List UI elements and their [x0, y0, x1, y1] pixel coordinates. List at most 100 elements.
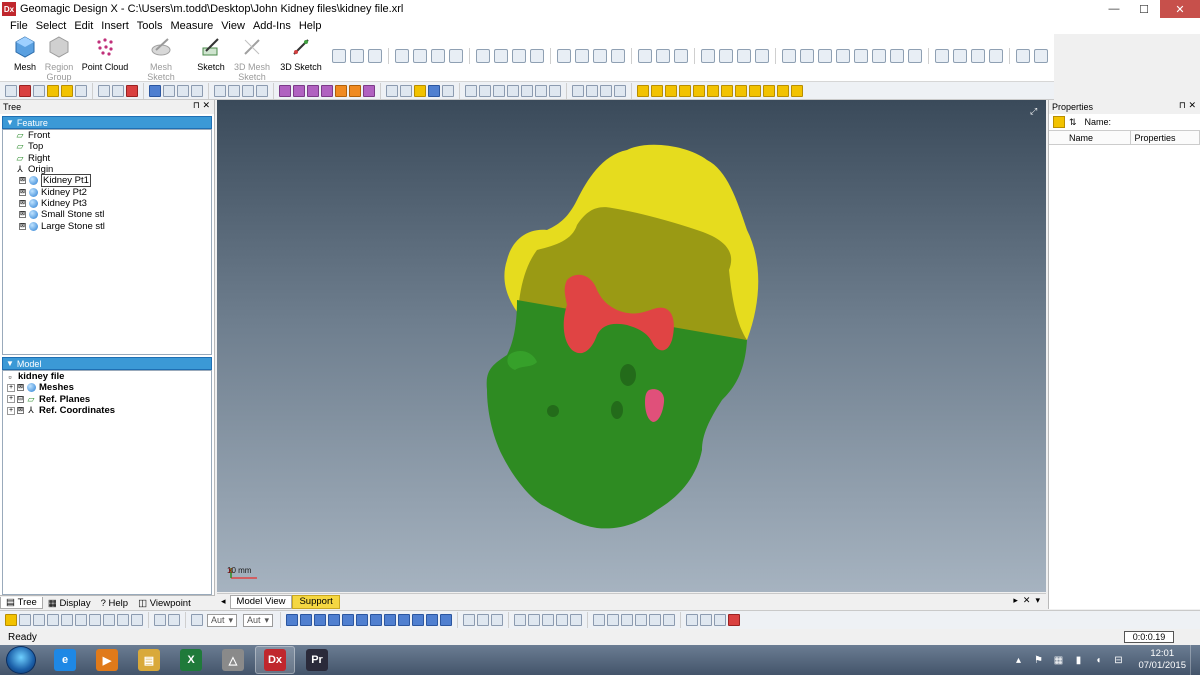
view-front-icon[interactable] — [386, 84, 398, 97]
analysis-6-icon[interactable] — [663, 614, 675, 626]
tab-scroll-left-icon[interactable]: ◂ — [217, 596, 230, 607]
visibility-checkbox[interactable]: ⊟ — [17, 395, 24, 403]
tool-d-icon[interactable] — [728, 614, 740, 626]
taskbar-app-media[interactable]: ▶ — [87, 646, 127, 674]
tree-item-origin[interactable]: ⅄ Origin — [3, 164, 211, 175]
model-viewport[interactable]: ⤢ X 10 mm — [217, 100, 1046, 592]
offset-face-tool-icon[interactable] — [890, 49, 904, 63]
surface-tool-icon[interactable] — [476, 49, 490, 63]
deselect-icon[interactable] — [131, 614, 143, 626]
tree-item-small-stone[interactable]: ⊠ Small Stone stl — [3, 209, 211, 220]
display-body-icon[interactable] — [314, 614, 326, 626]
lasso-icon[interactable] — [163, 84, 175, 97]
zoom-window-icon[interactable] — [242, 84, 254, 97]
mirror-tool-icon[interactable] — [656, 49, 670, 63]
menu-view[interactable]: View — [217, 20, 249, 32]
display-3d-sketch-icon[interactable] — [426, 614, 438, 626]
shell-tool-icon[interactable] — [611, 49, 625, 63]
undo-icon[interactable] — [98, 84, 110, 97]
shaded-edges-icon[interactable] — [493, 84, 505, 97]
points-display-icon[interactable] — [521, 84, 533, 97]
tab-list-icon[interactable]: ▾ — [1033, 595, 1040, 605]
pin-icon[interactable]: ⊓ — [1179, 100, 1186, 110]
pan-icon[interactable] — [279, 84, 291, 97]
menu-edit[interactable]: Edit — [70, 20, 97, 32]
analysis-5-icon[interactable] — [649, 614, 661, 626]
maximize-view-icon[interactable]: ⤢ — [1030, 106, 1040, 116]
menu-help[interactable]: Help — [295, 20, 326, 32]
column-header-properties[interactable]: Properties — [1131, 131, 1200, 144]
transform-tool-icon[interactable] — [953, 49, 967, 63]
tree-item-ref-planes[interactable]: + ⊟ ▱ Ref. Planes — [3, 394, 211, 405]
tab-support[interactable]: Support — [292, 594, 340, 609]
tab-tree[interactable]: ▤ Tree — [0, 597, 43, 609]
pin-icon[interactable]: ⊓ — [193, 100, 200, 110]
patch-tool-icon[interactable] — [494, 49, 508, 63]
tree-item-kidney-file[interactable]: ▫ kidney file — [3, 371, 211, 382]
analysis-2-icon[interactable] — [607, 614, 619, 626]
filter-mesh-icon[interactable] — [572, 84, 584, 97]
edit-tool-icon[interactable] — [935, 49, 949, 63]
select-through-icon[interactable] — [168, 614, 180, 626]
3d-sketch-button[interactable]: 3D Sketch — [276, 36, 326, 72]
view-normal-icon[interactable] — [307, 84, 319, 97]
extend-tool-icon[interactable] — [872, 49, 886, 63]
tree-item-large-stone[interactable]: ⊠ Large Stone stl — [3, 220, 211, 232]
align-tool-icon[interactable] — [971, 49, 985, 63]
tab-viewpoint[interactable]: ◫ Viewpoint — [133, 598, 196, 609]
start-button[interactable] — [6, 646, 36, 674]
redo-icon[interactable] — [112, 84, 124, 97]
filter-dimension-icon[interactable] — [777, 84, 789, 97]
open-file-icon[interactable] — [19, 84, 31, 97]
filter-edge-icon[interactable] — [614, 84, 626, 97]
mesh-fit-tool-icon[interactable] — [638, 49, 652, 63]
tool-b-icon[interactable] — [700, 614, 712, 626]
tool-c-icon[interactable] — [714, 614, 726, 626]
filter-region-icon[interactable] — [586, 84, 598, 97]
network-icon[interactable]: ▦ — [1052, 654, 1064, 666]
rotate-icon[interactable] — [293, 84, 305, 97]
measure-tool-icon[interactable] — [989, 49, 1003, 63]
tab-model-view[interactable]: Model View — [229, 594, 293, 609]
chamfer-tool-icon[interactable] — [593, 49, 607, 63]
column-header-name[interactable]: Name — [1049, 131, 1131, 144]
section-icon[interactable] — [363, 84, 375, 97]
solid-offset-tool-icon[interactable] — [737, 49, 751, 63]
tree-item-right[interactable]: ▱ Right — [3, 153, 211, 164]
menu-insert[interactable]: Insert — [97, 20, 133, 32]
replace-face-tool-icon[interactable] — [854, 49, 868, 63]
display-vector-icon[interactable] — [384, 614, 396, 626]
view-top-icon[interactable] — [428, 84, 440, 97]
select-visible-icon[interactable] — [154, 614, 166, 626]
taskbar-app-ie[interactable]: e — [45, 646, 85, 674]
display-mesh-icon[interactable] — [286, 614, 298, 626]
select-circle-icon[interactable] — [19, 614, 31, 626]
selection-tool-icon[interactable] — [1016, 49, 1030, 63]
show-desktop-button[interactable] — [1190, 645, 1200, 675]
analysis-4-icon[interactable] — [635, 614, 647, 626]
usb-icon[interactable]: ⊟ — [1112, 654, 1124, 666]
tree-item-kidney-pt1[interactable]: ⊠ Kidney Pt1 — [3, 174, 211, 188]
fillet-tool-icon[interactable] — [575, 49, 589, 63]
volume-icon[interactable]: ◖ — [1092, 654, 1104, 666]
tab-help[interactable]: ? Help — [96, 598, 133, 609]
visibility-checkbox[interactable]: ⊠ — [17, 384, 24, 392]
close-icon[interactable]: ✕ — [202, 100, 210, 110]
view-option-4-icon[interactable] — [556, 614, 568, 626]
tree-item-ref-coordinates[interactable]: + ⊠ ⅄ Ref. Coordinates — [3, 405, 211, 416]
render-icon[interactable] — [349, 84, 361, 97]
analysis-3-icon[interactable] — [621, 614, 633, 626]
filter-point-ref-icon[interactable] — [721, 84, 733, 97]
filter-vector-icon[interactable] — [707, 84, 719, 97]
light-icon[interactable] — [335, 84, 347, 97]
stop-icon[interactable] — [126, 84, 138, 97]
tree-item-kidney-pt2[interactable]: ⊠ Kidney Pt2 — [3, 186, 211, 198]
point-tool-icon[interactable] — [368, 49, 382, 63]
point-cloud-button[interactable]: Point Cloud — [80, 36, 130, 72]
view-option-3-icon[interactable] — [542, 614, 554, 626]
display-coord-icon[interactable] — [398, 614, 410, 626]
filter-coord-icon[interactable] — [735, 84, 747, 97]
filter-body-icon[interactable] — [637, 84, 649, 97]
zoom-selected-icon[interactable] — [256, 84, 268, 97]
display-sketch-icon[interactable] — [412, 614, 424, 626]
